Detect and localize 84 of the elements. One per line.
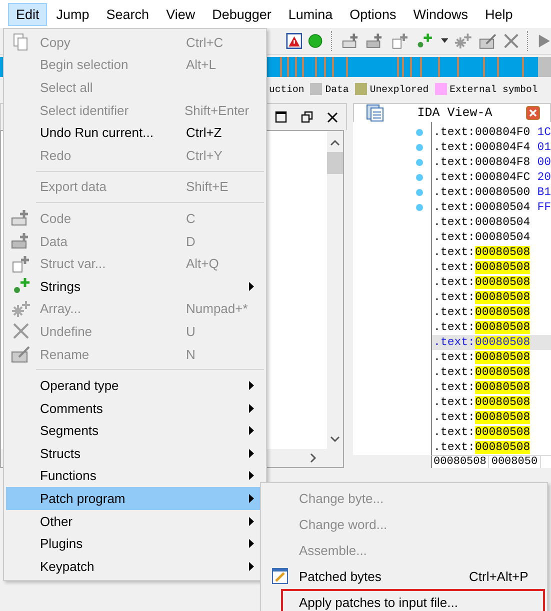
code-line[interactable]: .text:00080504 — [432, 230, 551, 245]
menu-bar-item[interactable]: Windows — [405, 2, 476, 26]
struct-plus-icon — [11, 254, 31, 273]
code-line[interactable]: .text:00080504 — [432, 215, 551, 230]
code-line[interactable]: .text:00080508 — [432, 305, 551, 320]
menu-bar-item[interactable]: View — [158, 2, 204, 26]
code-line[interactable]: .text:00080508 — [432, 290, 551, 305]
code-line[interactable]: .text:00080508 — [432, 380, 551, 395]
close-icon — [13, 323, 29, 340]
circle-icon[interactable] — [308, 33, 324, 49]
legend-label: Unexplored — [370, 84, 429, 94]
code-line[interactable]: .text:00080508 — [432, 395, 551, 410]
code-line[interactable]: .text:000804F0 1C — [432, 125, 551, 140]
struct-plus-icon[interactable] — [390, 32, 409, 50]
submenu-arrow-icon — [249, 426, 254, 436]
menu-item[interactable]: Patched bytes Ctrl+Alt+P — [263, 563, 545, 589]
string-plus-icon — [11, 277, 31, 296]
code-line[interactable]: .text:00080508 — [432, 365, 551, 380]
menu-item[interactable]: Keypatch — [6, 555, 264, 578]
scroll-down-icon[interactable] — [330, 436, 340, 443]
submenu-arrow-icon — [249, 539, 254, 548]
submenu-arrow-icon — [249, 494, 254, 504]
submenu-arrow-icon — [249, 381, 254, 390]
menu-item[interactable]: Segments — [6, 420, 264, 442]
rename-icon — [11, 345, 31, 364]
legend-label: uction — [269, 84, 304, 94]
menu-item[interactable]: Structs — [6, 442, 264, 465]
code-line[interactable]: .text:00080508 — [432, 440, 551, 455]
submenu-arrow-icon — [249, 516, 254, 526]
code-plus-icon — [11, 209, 31, 228]
ida-view-tab[interactable]: IDA View-A — [352, 103, 551, 122]
menu-item[interactable]: Strings — [6, 274, 264, 298]
menu-item[interactable]: Undo Run current... Ctrl+Z — [6, 121, 264, 144]
warning-icon[interactable] — [286, 32, 302, 50]
play-icon[interactable] — [538, 33, 551, 49]
menu-item[interactable]: Functions — [6, 464, 264, 488]
copy-icon — [13, 33, 29, 52]
menu-bar-item[interactable]: Help — [476, 2, 521, 26]
restore-icon[interactable] — [300, 111, 313, 123]
code-line[interactable]: .text:000804F4 01 — [432, 140, 551, 155]
code-line[interactable]: .text:00080508 — [432, 410, 551, 425]
rename-icon[interactable] — [478, 32, 497, 50]
code-line[interactable]: .text:00080500 B1 — [432, 185, 551, 200]
maximize-icon[interactable] — [274, 111, 287, 123]
menu-bar-item[interactable]: Edit — [8, 2, 48, 26]
submenu-arrow-icon — [249, 562, 254, 571]
legend-label: Data — [325, 84, 349, 94]
menu-bar-item[interactable]: Jump — [48, 2, 98, 26]
code-line[interactable]: .text:00080504 FF — [432, 200, 551, 215]
menu-bar-item[interactable]: Debugger — [204, 2, 280, 26]
submenu-arrow-icon — [249, 404, 254, 413]
menu-bar-item[interactable]: Options — [342, 2, 404, 26]
address-label: 0008050 — [489, 456, 541, 468]
scroll-thumb[interactable] — [326, 152, 343, 174]
submenu-arrow-icon — [249, 448, 254, 458]
data-plus-icon — [11, 232, 31, 250]
address-label: 00080508 — [432, 456, 490, 468]
code-line[interactable]: .text:000804F8 00 — [432, 155, 551, 170]
scroll-up-icon[interactable] — [330, 139, 340, 146]
menu-item[interactable]: Other — [6, 510, 264, 532]
code-line[interactable]: .text:00080508 — [432, 245, 551, 260]
submenu-arrow-icon — [249, 471, 254, 480]
asterisk-plus-icon — [11, 300, 31, 318]
pencil-icon — [272, 568, 288, 584]
menu-item[interactable]: Apply patches to input file... — [281, 589, 545, 611]
code-line[interactable]: .text:000804FC 20 — [432, 170, 551, 185]
close-icon[interactable] — [326, 112, 338, 122]
code-plus-icon[interactable] — [342, 32, 360, 50]
code-line[interactable]: .text:00080508 — [432, 425, 551, 440]
code-line[interactable]: .text:00080508 — [432, 260, 551, 275]
code-line[interactable]: .text:00080508 — [432, 275, 551, 290]
menu-item[interactable]: Operand type — [6, 374, 264, 397]
legend-label: External symbol — [450, 84, 538, 94]
dropdown-caret-icon[interactable] — [440, 38, 448, 44]
menu-bar-item[interactable]: Search — [98, 2, 158, 26]
code-line[interactable]: .text:00080508 — [432, 320, 551, 335]
menu-item[interactable]: Comments — [6, 396, 264, 420]
submenu-arrow-icon — [249, 282, 254, 291]
code-line[interactable]: .text:00080508 — [432, 350, 551, 365]
menu-item[interactable]: Plugins — [6, 532, 264, 556]
scroll-right-icon[interactable] — [310, 453, 317, 463]
vertical-scrollbar[interactable] — [326, 131, 343, 449]
menu-bar-item[interactable]: Lumina — [280, 2, 341, 26]
asterisk-plus-icon[interactable] — [454, 32, 473, 50]
